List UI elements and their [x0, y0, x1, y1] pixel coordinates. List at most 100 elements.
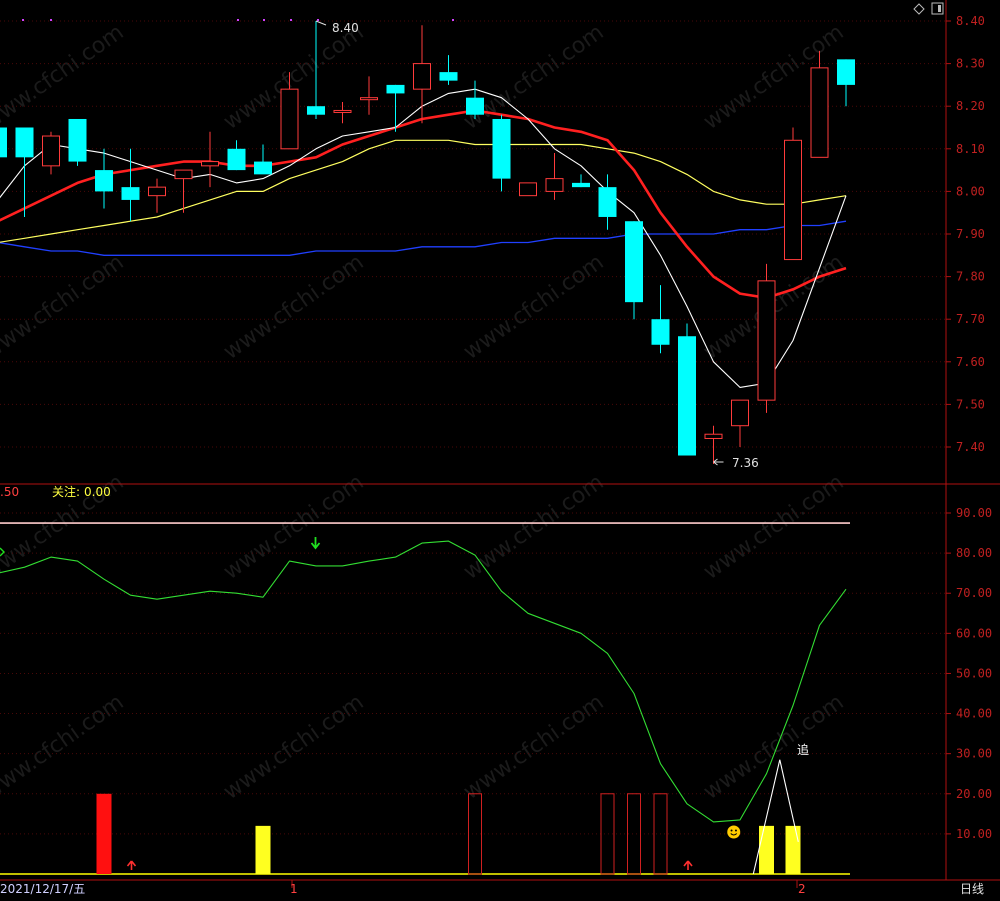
candlestick[interactable] — [837, 59, 855, 107]
signal-bar-hollow — [627, 793, 641, 875]
candlestick[interactable] — [15, 127, 34, 217]
candle-body-down — [598, 187, 617, 217]
candlestick[interactable] — [651, 285, 670, 354]
price-tick-label: 8.30 — [956, 57, 985, 71]
signal-bar — [759, 825, 774, 874]
marker-dot — [237, 19, 239, 21]
indicator-tick-label: 50.00 — [956, 666, 992, 680]
candlestick[interactable] — [572, 174, 590, 188]
candle-body-down — [95, 170, 113, 192]
candlestick[interactable] — [413, 25, 431, 124]
candle-body-down — [15, 127, 34, 158]
candlestick[interactable] — [148, 178, 166, 213]
candle-body-up — [333, 109, 352, 113]
ma60-line — [0, 220, 847, 256]
price-tick-label: 7.60 — [956, 355, 985, 369]
candlestick[interactable] — [678, 323, 696, 456]
candlestick[interactable] — [519, 182, 537, 197]
price-tick-label: 7.90 — [956, 227, 985, 241]
candlestick-layer[interactable] — [0, 21, 855, 465]
candle-body-down — [307, 106, 325, 115]
indicator-tick-label: 70.00 — [956, 586, 992, 600]
candlestick[interactable] — [0, 127, 7, 158]
price-tick-label: 7.80 — [956, 270, 985, 284]
focus-value: 0.00 — [84, 485, 111, 499]
price-tick-label: 7.70 — [956, 312, 985, 326]
watermark-text: www.cfchi.com — [699, 470, 848, 585]
candlestick[interactable] — [492, 114, 511, 192]
watermark-text: www.cfchi.com — [0, 250, 129, 365]
price-tick-label: 8.00 — [956, 184, 985, 198]
candlestick[interactable] — [810, 50, 829, 158]
indicator-tick-label: 40.00 — [956, 707, 992, 721]
candle-body-up — [731, 399, 749, 427]
low-price-label: 7.36 — [732, 456, 759, 470]
candle-body-down — [572, 182, 590, 188]
indicator-tick-label: 80.00 — [956, 546, 992, 560]
candlestick[interactable] — [625, 221, 643, 320]
candle-body-down — [386, 84, 405, 94]
candlestick[interactable] — [784, 127, 802, 261]
marker-dot — [452, 19, 454, 21]
watermark-layer: www.cfchi.com www.cfchi.com www.cfchi.com w… — [0, 20, 849, 805]
candle-body-down — [68, 118, 87, 162]
price-tick-label: 7.40 — [956, 440, 985, 454]
signal-bar — [96, 793, 112, 874]
annotation-layer — [0, 19, 741, 870]
candlestick[interactable] — [598, 174, 617, 230]
candlestick[interactable] — [545, 153, 564, 200]
candlestick[interactable] — [42, 131, 60, 175]
indicator-tick-label: 10.00 — [956, 827, 992, 841]
price-tick-label: 8.10 — [956, 142, 985, 156]
candle-body-up — [174, 169, 193, 180]
candle-body-up — [413, 63, 431, 90]
focus-label: 关注: — [52, 484, 80, 499]
smiley-icon — [727, 825, 741, 839]
sell-arrow-icon — [310, 537, 321, 550]
candle-body-up — [784, 139, 802, 261]
candle-body-up — [545, 178, 564, 192]
candlestick[interactable] — [201, 131, 219, 188]
candle-body-down — [678, 336, 696, 456]
smiley-eye — [730, 829, 733, 832]
candlestick[interactable] — [95, 148, 113, 209]
watermark-text: www.cfchi.com — [0, 690, 129, 805]
candlestick[interactable] — [68, 118, 87, 166]
date-label: 2021/12/17/五 — [0, 882, 85, 896]
chase-signal-label: 追 — [797, 742, 809, 757]
candle-body-down — [466, 97, 484, 115]
smiley-eye — [734, 829, 737, 832]
marker-dot — [50, 19, 52, 21]
indicator-tick-label: 30.00 — [956, 747, 992, 761]
high-pointer — [315, 20, 327, 26]
indicator-tick-label: 60.00 — [956, 626, 992, 640]
stock-chart-canvas[interactable]: www.cfchi.com www.cfchi.com www.cfchi.com w… — [0, 0, 1000, 901]
month-marker-jan: 1 — [290, 882, 298, 896]
candlestick[interactable] — [360, 76, 378, 115]
candlestick[interactable] — [757, 263, 776, 413]
candlestick[interactable] — [731, 399, 749, 447]
period-label[interactable]: 日线 — [960, 882, 984, 896]
candle-body-up — [148, 186, 166, 197]
window-icon[interactable] — [931, 2, 944, 15]
candlestick[interactable] — [227, 140, 246, 171]
watermark-text: www.cfchi.com — [459, 470, 608, 585]
candle-body-down — [121, 187, 140, 200]
candle-body-up — [360, 97, 378, 101]
candlestick[interactable] — [333, 101, 352, 124]
candle-body-down — [227, 148, 246, 171]
watermark-text: www.cfchi.com — [459, 20, 608, 135]
smiley-face — [727, 825, 741, 839]
candle-body-up — [704, 433, 723, 439]
diamond-icon[interactable] — [913, 3, 925, 15]
candlestick[interactable] — [439, 55, 458, 85]
marker-dot — [317, 19, 319, 21]
candle-body-up — [519, 182, 537, 197]
watermark-text: www.cfchi.com — [0, 20, 129, 135]
buy-arrow-icon — [126, 860, 137, 870]
candle-body-down — [439, 72, 458, 81]
watermark-text: www.cfchi.com — [219, 250, 368, 365]
candle-body-down — [651, 319, 670, 345]
candlestick[interactable] — [466, 80, 484, 119]
candlestick[interactable] — [704, 425, 723, 465]
